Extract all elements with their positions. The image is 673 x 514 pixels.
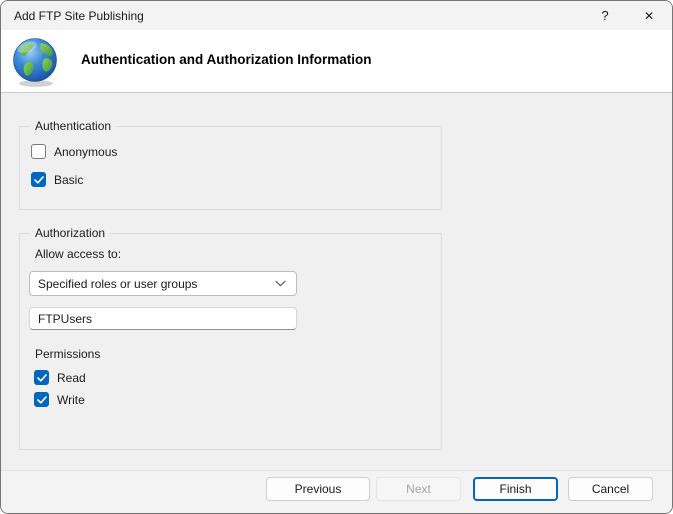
read-checkbox[interactable] <box>34 370 49 385</box>
read-label: Read <box>57 371 86 385</box>
anonymous-checkbox[interactable] <box>31 144 46 159</box>
check-icon <box>37 374 47 382</box>
window-title: Add FTP Site Publishing <box>1 9 584 23</box>
page-title: Authentication and Authorization Informa… <box>81 52 371 67</box>
allow-access-label: Allow access to: <box>35 247 121 261</box>
close-icon: ✕ <box>644 9 654 23</box>
titlebar-controls: ? ✕ <box>584 1 672 30</box>
write-checkbox[interactable] <box>34 392 49 407</box>
help-icon: ? <box>601 8 608 23</box>
basic-checkbox[interactable] <box>31 172 46 187</box>
previous-button[interactable]: Previous <box>266 477 370 501</box>
user-groups-input[interactable] <box>29 307 297 330</box>
authentication-groupbox: Authentication Anonymous Basic <box>19 126 442 210</box>
wizard-footer: Previous Next Finish Cancel <box>1 470 672 513</box>
basic-check-row: Basic <box>31 172 83 187</box>
help-button[interactable]: ? <box>584 1 626 30</box>
authorization-groupbox: Authorization Allow access to: Specified… <box>19 233 442 450</box>
anonymous-check-row: Anonymous <box>31 144 117 159</box>
close-button[interactable]: ✕ <box>626 1 672 30</box>
read-check-row: Read <box>34 370 86 385</box>
anonymous-label: Anonymous <box>54 145 117 159</box>
write-label: Write <box>57 393 85 407</box>
write-check-row: Write <box>34 392 85 407</box>
chevron-down-icon <box>275 280 286 287</box>
check-icon <box>34 176 44 184</box>
finish-button[interactable]: Finish <box>473 477 558 501</box>
allow-access-dropdown-value: Specified roles or user groups <box>38 277 275 291</box>
authentication-legend: Authentication <box>30 118 116 135</box>
basic-label: Basic <box>54 173 83 187</box>
check-icon <box>37 396 47 404</box>
cancel-button[interactable]: Cancel <box>568 477 653 501</box>
next-button[interactable]: Next <box>376 477 461 501</box>
add-ftp-site-publishing-dialog: Add FTP Site Publishing ? ✕ <box>0 0 673 514</box>
globe-icon <box>11 36 61 88</box>
wizard-content: Authentication Anonymous Basic Authoriza… <box>1 93 672 470</box>
permissions-label: Permissions <box>35 347 100 361</box>
authorization-legend: Authorization <box>30 225 110 242</box>
wizard-header: Authentication and Authorization Informa… <box>1 30 672 93</box>
titlebar: Add FTP Site Publishing ? ✕ <box>1 1 672 30</box>
allow-access-dropdown[interactable]: Specified roles or user groups <box>29 271 297 296</box>
